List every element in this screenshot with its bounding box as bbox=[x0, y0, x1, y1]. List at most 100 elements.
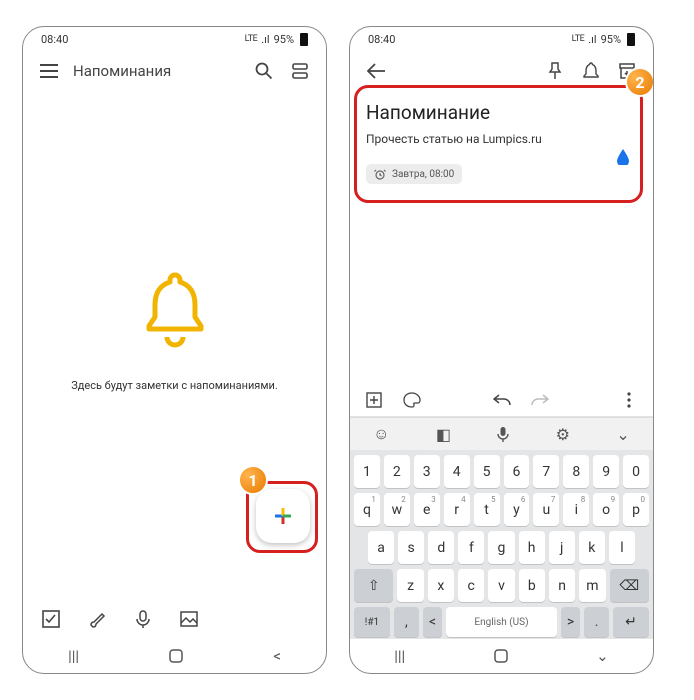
key-a[interactable]: a bbox=[368, 531, 394, 564]
recent-apps-button[interactable]: ||| bbox=[394, 647, 405, 665]
key-q[interactable]: q1 bbox=[354, 493, 380, 526]
battery-icon bbox=[627, 33, 635, 46]
key-s[interactable]: s bbox=[398, 531, 424, 564]
more-icon[interactable] bbox=[617, 388, 641, 412]
key-n[interactable]: n bbox=[549, 569, 575, 602]
phone-right: 08:40 LTE .ıl 95% Напоминание Прочесть с… bbox=[349, 26, 654, 674]
voice-input-icon[interactable] bbox=[497, 426, 509, 442]
backspace-key[interactable]: ⌫ bbox=[610, 569, 649, 602]
clock: 08:40 bbox=[368, 33, 395, 46]
hamburger-icon[interactable] bbox=[37, 59, 61, 83]
kb-row-5: !#1 , < English (US) > . ↵ bbox=[354, 607, 649, 637]
key-z[interactable]: z bbox=[397, 569, 423, 602]
note-toolbar bbox=[350, 383, 653, 417]
emoji-icon[interactable]: ☺ bbox=[373, 424, 389, 444]
key-c[interactable]: c bbox=[458, 569, 484, 602]
key-5[interactable]: 5 bbox=[474, 455, 500, 488]
kb-row-1: 1234567890 bbox=[354, 455, 649, 488]
sticker-icon[interactable]: ◧ bbox=[436, 425, 451, 444]
key-w[interactable]: w2 bbox=[384, 493, 410, 526]
key-m[interactable]: m bbox=[579, 569, 605, 602]
image-icon[interactable] bbox=[177, 607, 201, 631]
key-8[interactable]: 8 bbox=[563, 455, 589, 488]
key-6[interactable]: 6 bbox=[504, 455, 530, 488]
search-icon[interactable] bbox=[252, 59, 276, 83]
key-p[interactable]: p0 bbox=[623, 493, 649, 526]
undo-icon[interactable] bbox=[490, 388, 514, 412]
home-button[interactable] bbox=[169, 649, 183, 663]
lang-right-key[interactable]: > bbox=[561, 607, 580, 637]
palette-icon[interactable] bbox=[400, 388, 424, 412]
key-b[interactable]: b bbox=[519, 569, 545, 602]
kb-row-4: ⇧ zxcvbnm ⌫ bbox=[354, 569, 649, 602]
keyboard-hide-button[interactable]: ⌄ bbox=[596, 647, 609, 665]
recent-apps-button[interactable]: ||| bbox=[68, 647, 79, 665]
clock: 08:40 bbox=[41, 33, 68, 46]
add-box-icon[interactable] bbox=[362, 388, 386, 412]
empty-state-text: Здесь будут заметки с напоминаниями. bbox=[71, 379, 278, 392]
key-g[interactable]: g bbox=[488, 531, 514, 564]
enter-key[interactable]: ↵ bbox=[613, 607, 649, 637]
key-e[interactable]: e3 bbox=[414, 493, 440, 526]
kb-row-3: asdfghjkl bbox=[354, 531, 649, 564]
key-4[interactable]: 4 bbox=[444, 455, 470, 488]
key-i[interactable]: i8 bbox=[563, 493, 589, 526]
key-0[interactable]: 0 bbox=[623, 455, 649, 488]
checklist-icon[interactable] bbox=[39, 607, 63, 631]
key-o[interactable]: o9 bbox=[593, 493, 619, 526]
kb-row-2: q1w2e3r4t5y6u7i8o9p0 bbox=[354, 493, 649, 526]
mic-icon[interactable] bbox=[131, 607, 155, 631]
bell-icon bbox=[140, 271, 210, 351]
key-h[interactable]: h bbox=[519, 531, 545, 564]
settings-icon[interactable]: ⚙ bbox=[556, 425, 570, 444]
page-title: Напоминания bbox=[73, 62, 240, 80]
home-button[interactable] bbox=[494, 649, 508, 663]
keyboard: 1234567890 q1w2e3r4t5y6u7i8o9p0 asdfghjk… bbox=[350, 451, 653, 639]
key-x[interactable]: x bbox=[428, 569, 454, 602]
battery-percent: 95% bbox=[601, 33, 621, 46]
back-arrow-icon[interactable] bbox=[364, 59, 388, 83]
system-nav: ||| < bbox=[23, 639, 326, 673]
key-1[interactable]: 1 bbox=[354, 455, 380, 488]
callout-badge-2: 2 bbox=[625, 67, 654, 97]
pin-icon[interactable] bbox=[543, 59, 567, 83]
key-f[interactable]: f bbox=[458, 531, 484, 564]
comma-key[interactable]: , bbox=[394, 607, 419, 637]
key-3[interactable]: 3 bbox=[414, 455, 440, 488]
signal-icon: .ıl bbox=[261, 33, 269, 46]
key-k[interactable]: k bbox=[579, 531, 605, 564]
app-bar: Напоминания bbox=[23, 51, 326, 91]
signal-icon: .ıl bbox=[588, 33, 596, 46]
redo-icon[interactable] bbox=[528, 388, 552, 412]
key-t[interactable]: t5 bbox=[474, 493, 500, 526]
reminder-bell-icon[interactable] bbox=[579, 59, 603, 83]
key-y[interactable]: y6 bbox=[504, 493, 530, 526]
space-key[interactable]: English (US) bbox=[446, 607, 557, 637]
key-7[interactable]: 7 bbox=[533, 455, 559, 488]
key-l[interactable]: l bbox=[609, 531, 635, 564]
key-2[interactable]: 2 bbox=[384, 455, 410, 488]
network-icon: LTE bbox=[245, 34, 258, 44]
status-bar: 08:40 LTE .ıl 95% bbox=[23, 27, 326, 51]
key-d[interactable]: d bbox=[428, 531, 454, 564]
content-area: Здесь будут заметки с напоминаниями. 1 bbox=[23, 91, 326, 599]
layout-icon[interactable] bbox=[288, 59, 312, 83]
key-u[interactable]: u7 bbox=[533, 493, 559, 526]
back-button[interactable]: < bbox=[273, 647, 281, 665]
phone-left: 08:40 LTE .ıl 95% Напоминания Здесь буду… bbox=[22, 26, 327, 674]
note-editor: Напоминание Прочесть статью на Lumpics.r… bbox=[350, 91, 653, 194]
lang-left-key[interactable]: < bbox=[423, 607, 442, 637]
battery-percent: 95% bbox=[274, 33, 294, 46]
brush-icon[interactable] bbox=[85, 607, 109, 631]
key-j[interactable]: j bbox=[549, 531, 575, 564]
dot-key[interactable]: . bbox=[584, 607, 609, 637]
key-r[interactable]: r4 bbox=[444, 493, 470, 526]
shift-key[interactable]: ⇧ bbox=[354, 569, 393, 602]
battery-icon bbox=[300, 33, 308, 46]
symbols-key[interactable]: !#1 bbox=[354, 607, 390, 637]
key-v[interactable]: v bbox=[488, 569, 514, 602]
expand-icon[interactable]: ⌄ bbox=[616, 425, 629, 444]
network-icon: LTE bbox=[572, 34, 585, 44]
highlight-2 bbox=[354, 85, 643, 203]
key-9[interactable]: 9 bbox=[593, 455, 619, 488]
